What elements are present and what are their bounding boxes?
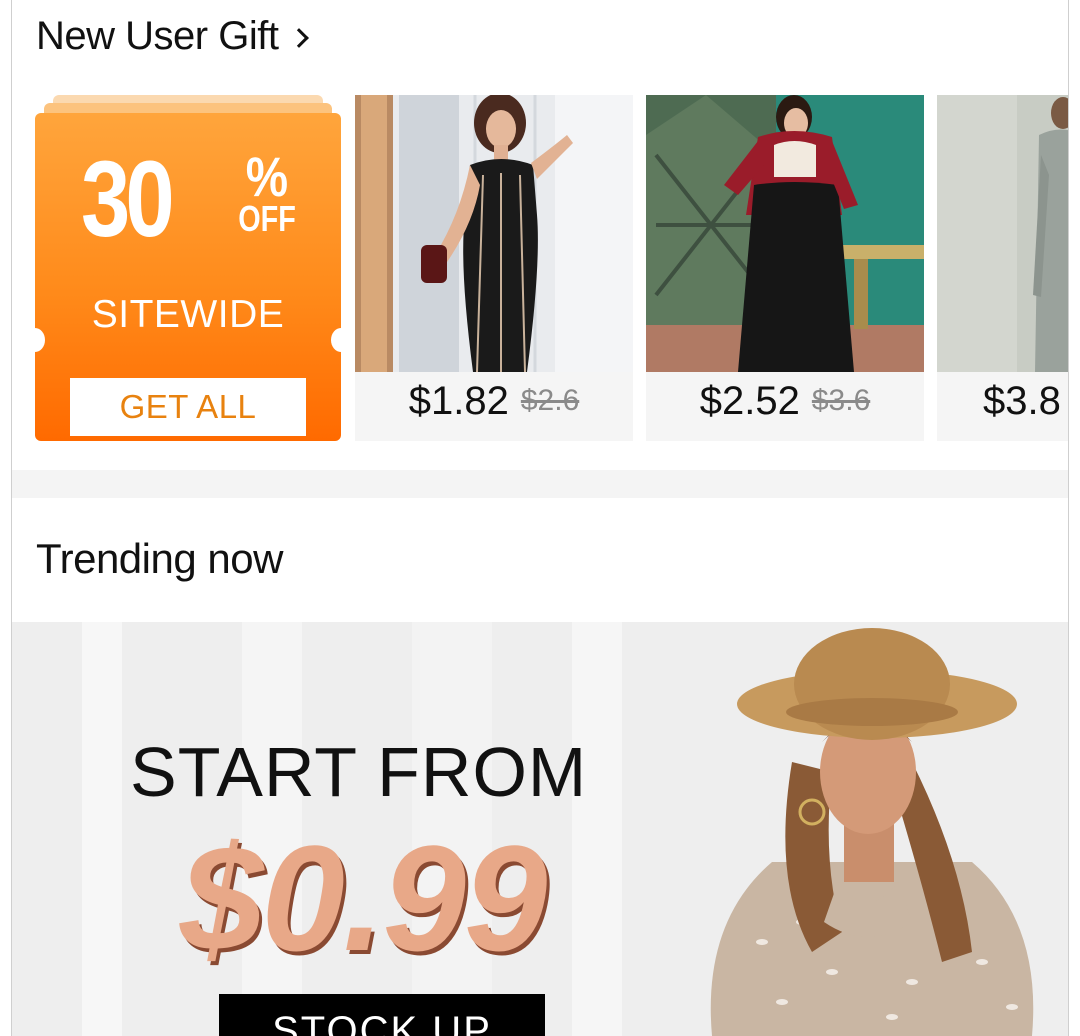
- discount-suffix: % OFF: [231, 149, 303, 237]
- price-row: $2.52 $3.6: [646, 377, 924, 425]
- section-title: Trending now: [36, 535, 283, 582]
- product-card[interactable]: $2.52 $3.6: [646, 95, 924, 441]
- discount-value: 30 % OFF: [81, 138, 296, 259]
- coupon-scope: SITEWIDE: [91, 293, 285, 336]
- chevron-right-icon: [289, 27, 310, 48]
- product-price: $1.82: [408, 378, 509, 423]
- price-row: $3.8: [937, 377, 1068, 425]
- get-all-button[interactable]: GET ALL: [70, 378, 306, 436]
- product-card[interactable]: $1.82 $2.6: [355, 95, 633, 441]
- product-price: $3.8: [983, 378, 1061, 423]
- percent-sign: %: [245, 145, 289, 208]
- product-image: [355, 95, 633, 372]
- product-image: [646, 95, 924, 372]
- banner-headline: START FROM: [130, 733, 588, 811]
- product-card[interactable]: $3.8: [937, 95, 1068, 441]
- section-divider: [12, 470, 1068, 498]
- promo-banner[interactable]: START FROM $0.99 STOCK UP: [12, 622, 1068, 1036]
- stock-up-button[interactable]: STOCK UP: [219, 994, 545, 1036]
- home-feed: New User Gift 30 % OFF SITEWIDE GET ALL: [11, 0, 1069, 1036]
- coupon-card[interactable]: 30 % OFF SITEWIDE GET ALL: [25, 95, 351, 441]
- banner-copy: START FROM $0.99: [130, 732, 588, 982]
- discount-number: 30: [81, 138, 175, 259]
- section-title: New User Gift: [36, 14, 279, 58]
- off-label: OFF: [238, 198, 296, 239]
- original-price: $2.6: [520, 384, 580, 417]
- product-price: $2.52: [699, 378, 800, 423]
- product-image: [937, 95, 1068, 372]
- banner-price: $0.99: [180, 814, 547, 982]
- coupon-body[interactable]: 30 % OFF SITEWIDE GET ALL: [25, 113, 351, 441]
- new-user-gift-header[interactable]: New User Gift: [36, 14, 310, 59]
- original-price: $3.6: [811, 384, 871, 417]
- price-row: $1.82 $2.6: [355, 377, 633, 425]
